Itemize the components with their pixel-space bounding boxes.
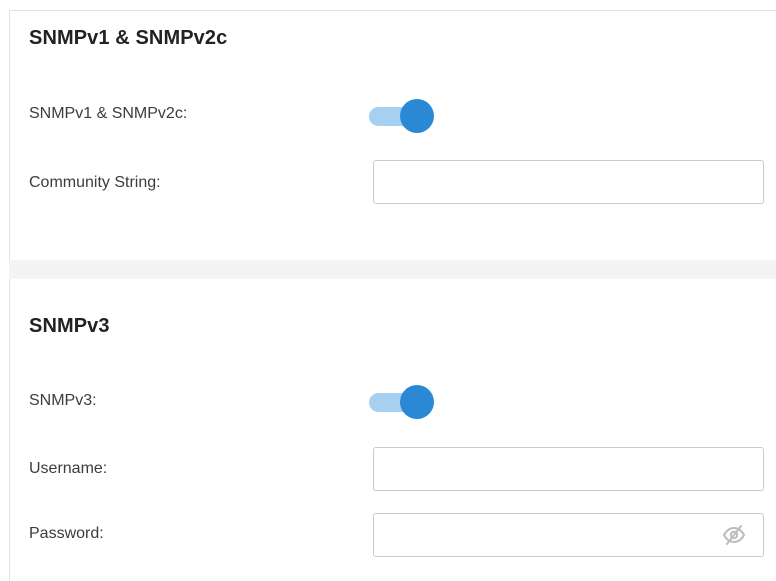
snmp-v3-toggle[interactable]: [368, 384, 434, 420]
toggle-knob: [400, 99, 434, 133]
username-label: Username:: [29, 460, 108, 477]
snmp-v3-toggle-label: SNMPv3:: [29, 392, 97, 409]
snmp-v3-panel: SNMPv3 SNMPv3: Username: Password:: [9, 279, 776, 581]
snmp-v1-v2c-panel: SNMPv1 & SNMPv2c SNMPv1 & SNMPv2c: Commu…: [9, 10, 776, 260]
section-divider: [9, 260, 776, 279]
snmp-v1-v2c-toggle-label: SNMPv1 & SNMPv2c:: [29, 105, 188, 122]
snmp-v3-title: SNMPv3: [29, 315, 110, 337]
snmp-v1-v2c-title: SNMPv1 & SNMPv2c: [29, 27, 228, 49]
community-string-input[interactable]: [373, 160, 764, 204]
toggle-knob: [400, 385, 434, 419]
password-input[interactable]: [373, 513, 764, 557]
community-string-label: Community String:: [29, 174, 161, 191]
eye-slash-icon[interactable]: [722, 523, 746, 547]
username-input[interactable]: [373, 447, 764, 491]
password-label: Password:: [29, 525, 104, 542]
snmp-v1-v2c-toggle[interactable]: [368, 98, 434, 134]
